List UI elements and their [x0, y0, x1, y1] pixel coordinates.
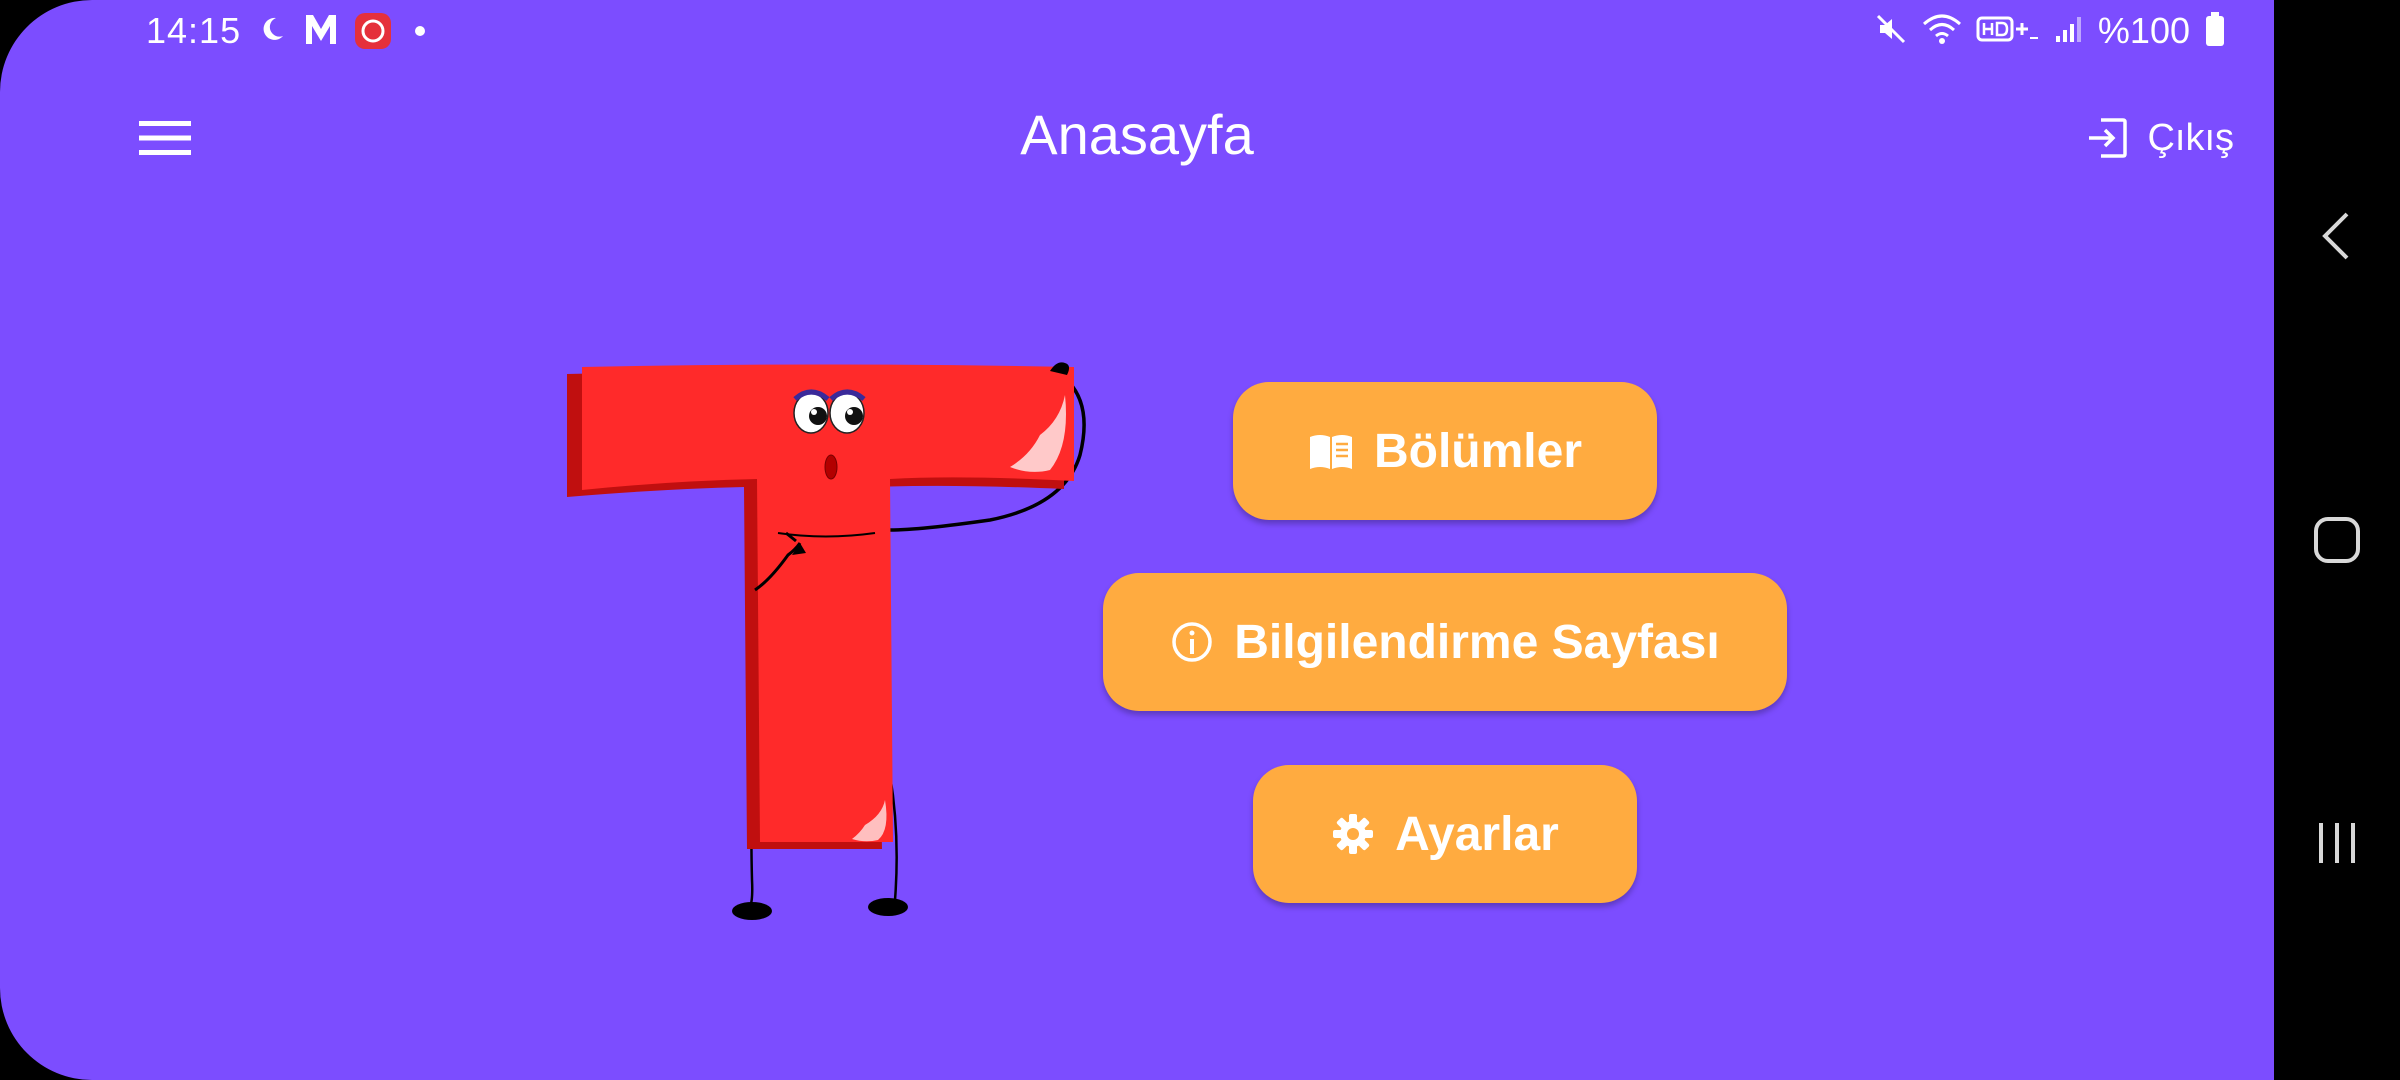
wifi-icon — [1922, 12, 1962, 51]
app-screen: 14:15 %100 Anasayfa Çıkış Bölümler Bilgi… — [0, 0, 2274, 1080]
info-page-button-label: Bilgilendirme Sayfası — [1234, 615, 1720, 669]
logout-icon — [2089, 118, 2128, 158]
back-button[interactable] — [2297, 196, 2377, 276]
info-icon — [1172, 622, 1212, 662]
system-navigation-bar — [2274, 0, 2400, 1080]
recents-button[interactable] — [2297, 803, 2377, 883]
home-icon — [2314, 517, 2360, 563]
logout-button[interactable]: Çıkış — [2085, 110, 2234, 166]
logout-label: Çıkış — [2147, 116, 2234, 159]
home-button[interactable] — [2297, 500, 2377, 580]
battery-icon — [2204, 11, 2226, 52]
gear-icon — [1333, 814, 1374, 854]
info-page-button[interactable]: Bilgilendirme Sayfası — [1103, 573, 1787, 711]
sections-button-label: Bölümler — [1373, 424, 1583, 478]
book-icon — [1309, 435, 1352, 469]
signal-icon — [2054, 14, 2084, 49]
recents-icon — [2319, 823, 2355, 863]
red-app-icon — [355, 13, 392, 49]
notification-dot — [415, 26, 426, 36]
settings-button-label: Ayarlar — [1395, 807, 1559, 861]
hd-volte-icon — [1976, 12, 2040, 51]
sections-button[interactable]: Bölümler — [1233, 382, 1657, 520]
mute-icon — [1874, 12, 1908, 51]
moon-icon — [257, 14, 287, 49]
status-time: 14:15 — [146, 10, 242, 51]
settings-button[interactable]: Ayarlar — [1253, 765, 1637, 903]
back-icon — [2322, 212, 2349, 260]
status-bar: 14:15 %100 — [146, 8, 2226, 54]
app-bar: Anasayfa Çıkış — [0, 80, 2274, 192]
page-title: Anasayfa — [1020, 103, 1254, 166]
letter-t-mascot-illustration — [560, 355, 1120, 935]
m-app-icon — [303, 11, 339, 52]
battery-level: %100 — [2097, 10, 2190, 51]
